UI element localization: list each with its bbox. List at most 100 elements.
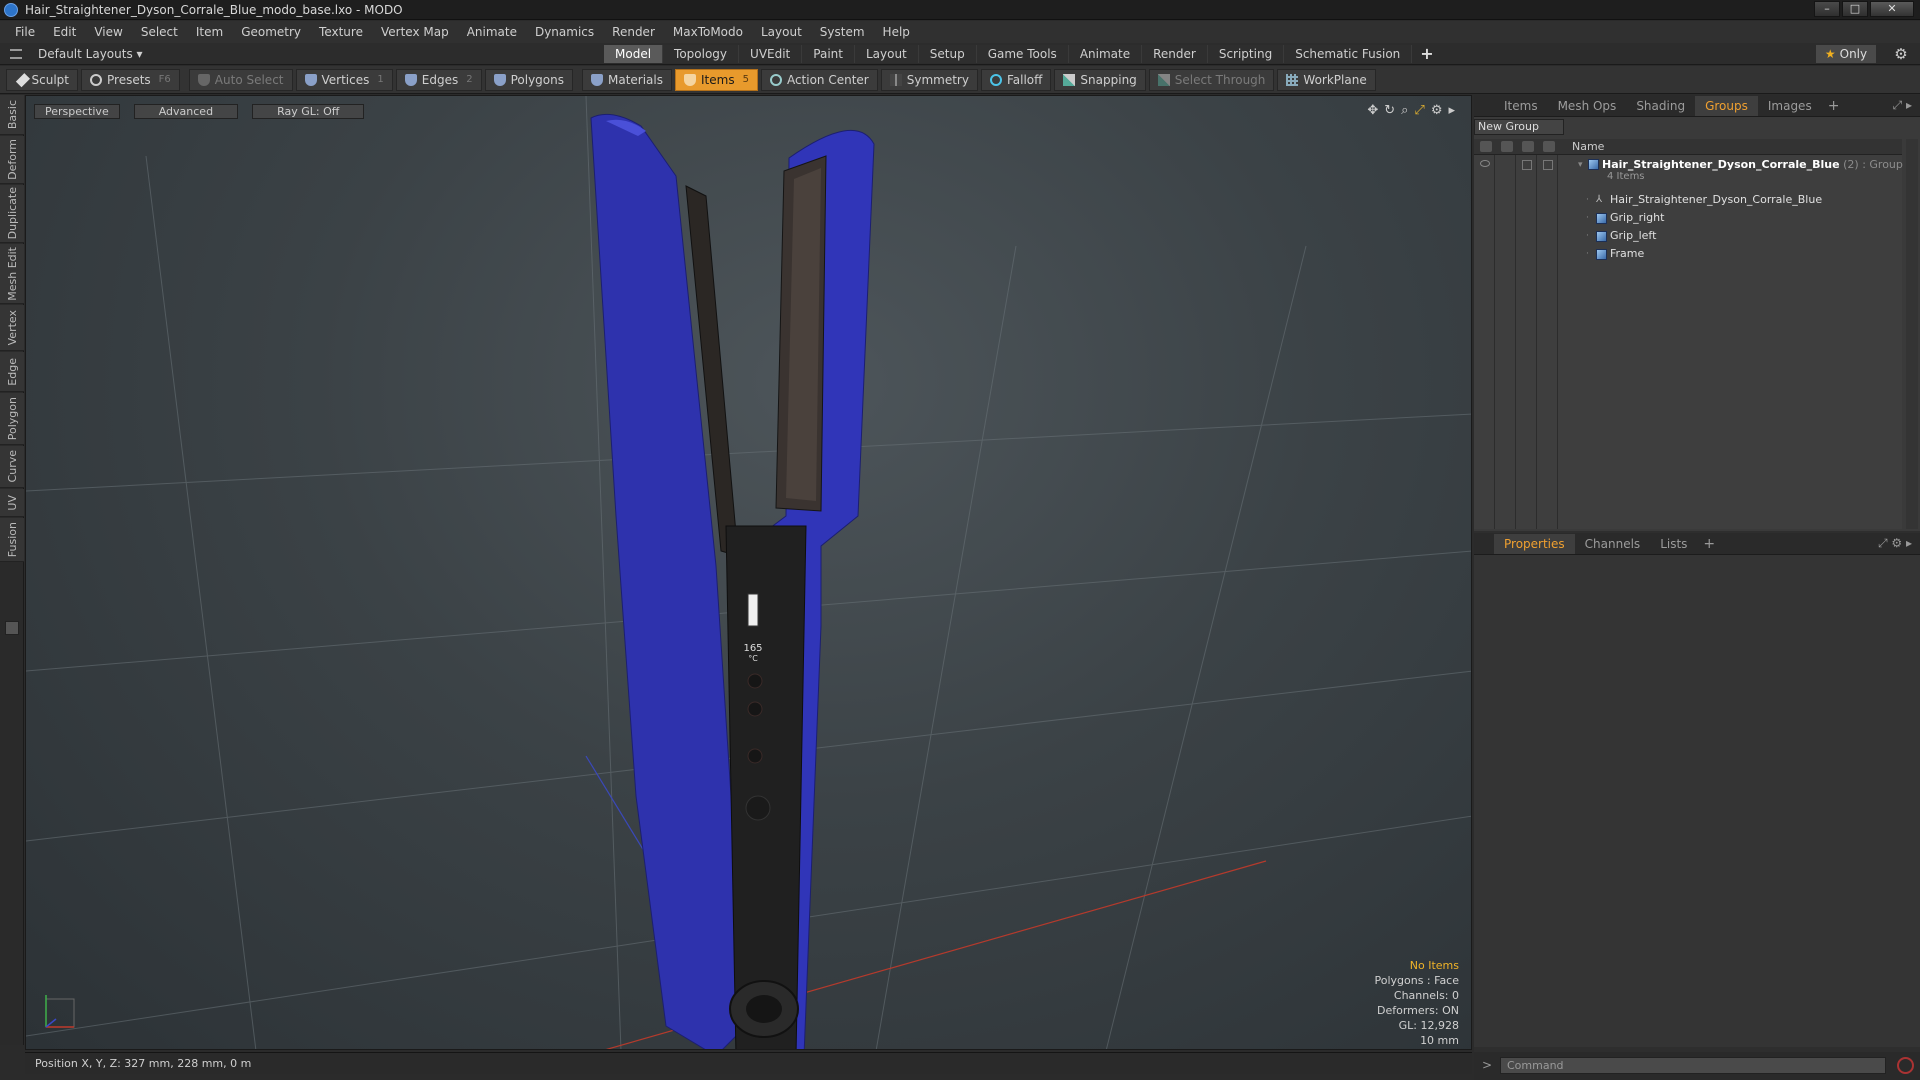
lock-column-icon[interactable] [1522,141,1534,152]
list-item[interactable]: · ⅄ Hair_Straightener_Dyson_Corrale_Blue [1474,191,1902,209]
add-properties-tab-button[interactable]: + [1697,536,1721,552]
menu-layout[interactable]: Layout [752,21,811,43]
name-column-header[interactable]: Name [1572,139,1604,155]
tab-images[interactable]: Images [1758,96,1822,116]
tab-layout[interactable]: Layout [854,45,919,63]
tab-uvedit[interactable]: UVEdit [739,45,803,63]
maximize-button[interactable]: □ [1842,1,1868,17]
select-column-icon[interactable] [1543,141,1555,152]
tab-properties[interactable]: Properties [1494,533,1575,554]
menu-item[interactable]: Item [187,21,232,43]
vtab-uv[interactable]: UV [0,489,24,517]
polygons-button[interactable]: Polygons [484,68,573,91]
select-toggle[interactable] [1543,160,1553,170]
pan-icon[interactable]: ✥ [1367,103,1378,118]
collapse-icon[interactable]: ▾ [1578,156,1583,174]
command-record-icon[interactable] [1897,1057,1914,1074]
eye-icon[interactable] [1480,160,1490,167]
expand-properties-icon[interactable]: ⤢ ⚙ ▸ [1878,536,1912,551]
list-item[interactable]: · Grip_right [1474,209,1902,227]
groups-scrollbar[interactable] [1906,139,1918,529]
render-column-icon[interactable] [1501,141,1513,152]
tab-lists[interactable]: Lists [1650,534,1697,554]
layout-dropdown[interactable]: Default Layouts ▾ [10,46,143,62]
vtab-edge-label: Edge [5,357,19,386]
vtab-edge[interactable]: Edge [0,352,24,392]
list-item[interactable]: · Frame [1474,245,1902,263]
view-mode-button[interactable]: Perspective [34,104,120,119]
menu-vertex-map[interactable]: Vertex Map [372,21,458,43]
vertices-button[interactable]: Vertices 1 [295,68,393,91]
add-panel-tab-button[interactable]: + [1822,98,1846,114]
vtab-mesh-edit[interactable]: Mesh Edit [0,244,24,304]
snapping-button[interactable]: Snapping [1054,68,1146,91]
vtab-fusion[interactable]: Fusion [0,518,24,562]
falloff-button[interactable]: Falloff [980,68,1052,91]
menu-maxtomodo[interactable]: MaxToModo [664,21,752,43]
raygl-toggle-button[interactable]: Ray GL: Off [252,104,365,119]
action-center-button[interactable]: Action Center [760,68,878,91]
select-through-button[interactable]: Select Through [1148,68,1275,91]
tab-scripting[interactable]: Scripting [1207,45,1285,63]
3d-viewport[interactable]: 165 °C Perspective Advanced Ray GL: Off … [25,95,1472,1050]
vtab-polygon[interactable]: Polygon [0,393,24,445]
rotate-icon[interactable]: ↻ [1384,103,1395,118]
menu-view[interactable]: View [85,21,131,43]
tab-shading[interactable]: Shading [1626,96,1695,116]
expand-panel-icon[interactable]: ⤢ ▸ [1893,98,1912,113]
edges-button[interactable]: Edges 2 [395,68,482,91]
new-group-button[interactable]: New Group [1474,119,1564,135]
shading-mode-button[interactable]: Advanced [133,104,239,119]
edges-icon [404,73,417,86]
only-toggle-button[interactable]: ★ Only [1816,45,1876,63]
menu-help[interactable]: Help [874,21,919,43]
command-input[interactable]: Command [1500,1057,1886,1074]
zoom-icon[interactable]: ⌕ [1401,103,1408,118]
list-item[interactable]: · Grip_left [1474,227,1902,245]
menu-dynamics[interactable]: Dynamics [526,21,603,43]
sculpt-button[interactable]: Sculpt [6,68,78,91]
vtab-vertex[interactable]: Vertex [0,305,24,351]
tab-mesh-ops[interactable]: Mesh Ops [1548,96,1627,116]
tab-groups[interactable]: Groups [1695,95,1758,116]
auto-select-button[interactable]: Auto Select [188,68,293,91]
tab-paint[interactable]: Paint [802,45,855,63]
tab-items[interactable]: Items [1494,96,1548,116]
tab-schematic-fusion[interactable]: Schematic Fusion [1284,45,1413,63]
menu-system[interactable]: System [811,21,874,43]
menu-texture[interactable]: Texture [310,21,372,43]
tab-render[interactable]: Render [1142,45,1208,63]
toolbox-toggle-button[interactable] [5,621,19,635]
vtab-duplicate[interactable]: Duplicate [0,185,24,243]
menu-geometry[interactable]: Geometry [232,21,310,43]
tab-model[interactable]: Model [604,45,664,63]
close-button[interactable]: ✕ [1870,1,1914,17]
minimize-button[interactable]: – [1814,1,1840,17]
lock-toggle[interactable] [1522,160,1532,170]
gear-icon[interactable]: ⚙ [1892,45,1910,63]
menu-select[interactable]: Select [132,21,187,43]
symmetry-button[interactable]: Symmetry [880,68,978,91]
visibility-column-icon[interactable] [1480,141,1492,152]
materials-button[interactable]: Materials [581,68,672,91]
viewport-menu-icon[interactable]: ▸ [1448,103,1455,118]
vtab-basic[interactable]: Basic [0,95,24,135]
vtab-curve[interactable]: Curve [0,446,24,488]
tab-channels[interactable]: Channels [1575,534,1651,554]
presets-button[interactable]: Presets F6 [81,68,180,91]
fit-icon[interactable]: ⤢ [1414,103,1424,118]
menu-render[interactable]: Render [603,21,664,43]
menu-file[interactable]: File [6,21,44,43]
items-button[interactable]: Items 5 [675,68,758,91]
menu-edit[interactable]: Edit [44,21,85,43]
tab-game-tools[interactable]: Game Tools [976,45,1069,63]
group-row-root[interactable]: ▾ Hair_Straightener_Dyson_Corrale_Blue (… [1474,156,1903,188]
tab-topology[interactable]: Topology [663,45,740,63]
add-tab-button[interactable]: + [1412,45,1441,63]
menu-animate[interactable]: Animate [458,21,526,43]
vtab-deform[interactable]: Deform [0,136,24,184]
viewport-settings-icon[interactable]: ⚙ [1431,103,1443,118]
workplane-button[interactable]: WorkPlane [1277,68,1376,91]
tab-setup[interactable]: Setup [918,45,977,63]
tab-animate[interactable]: Animate [1068,45,1143,63]
